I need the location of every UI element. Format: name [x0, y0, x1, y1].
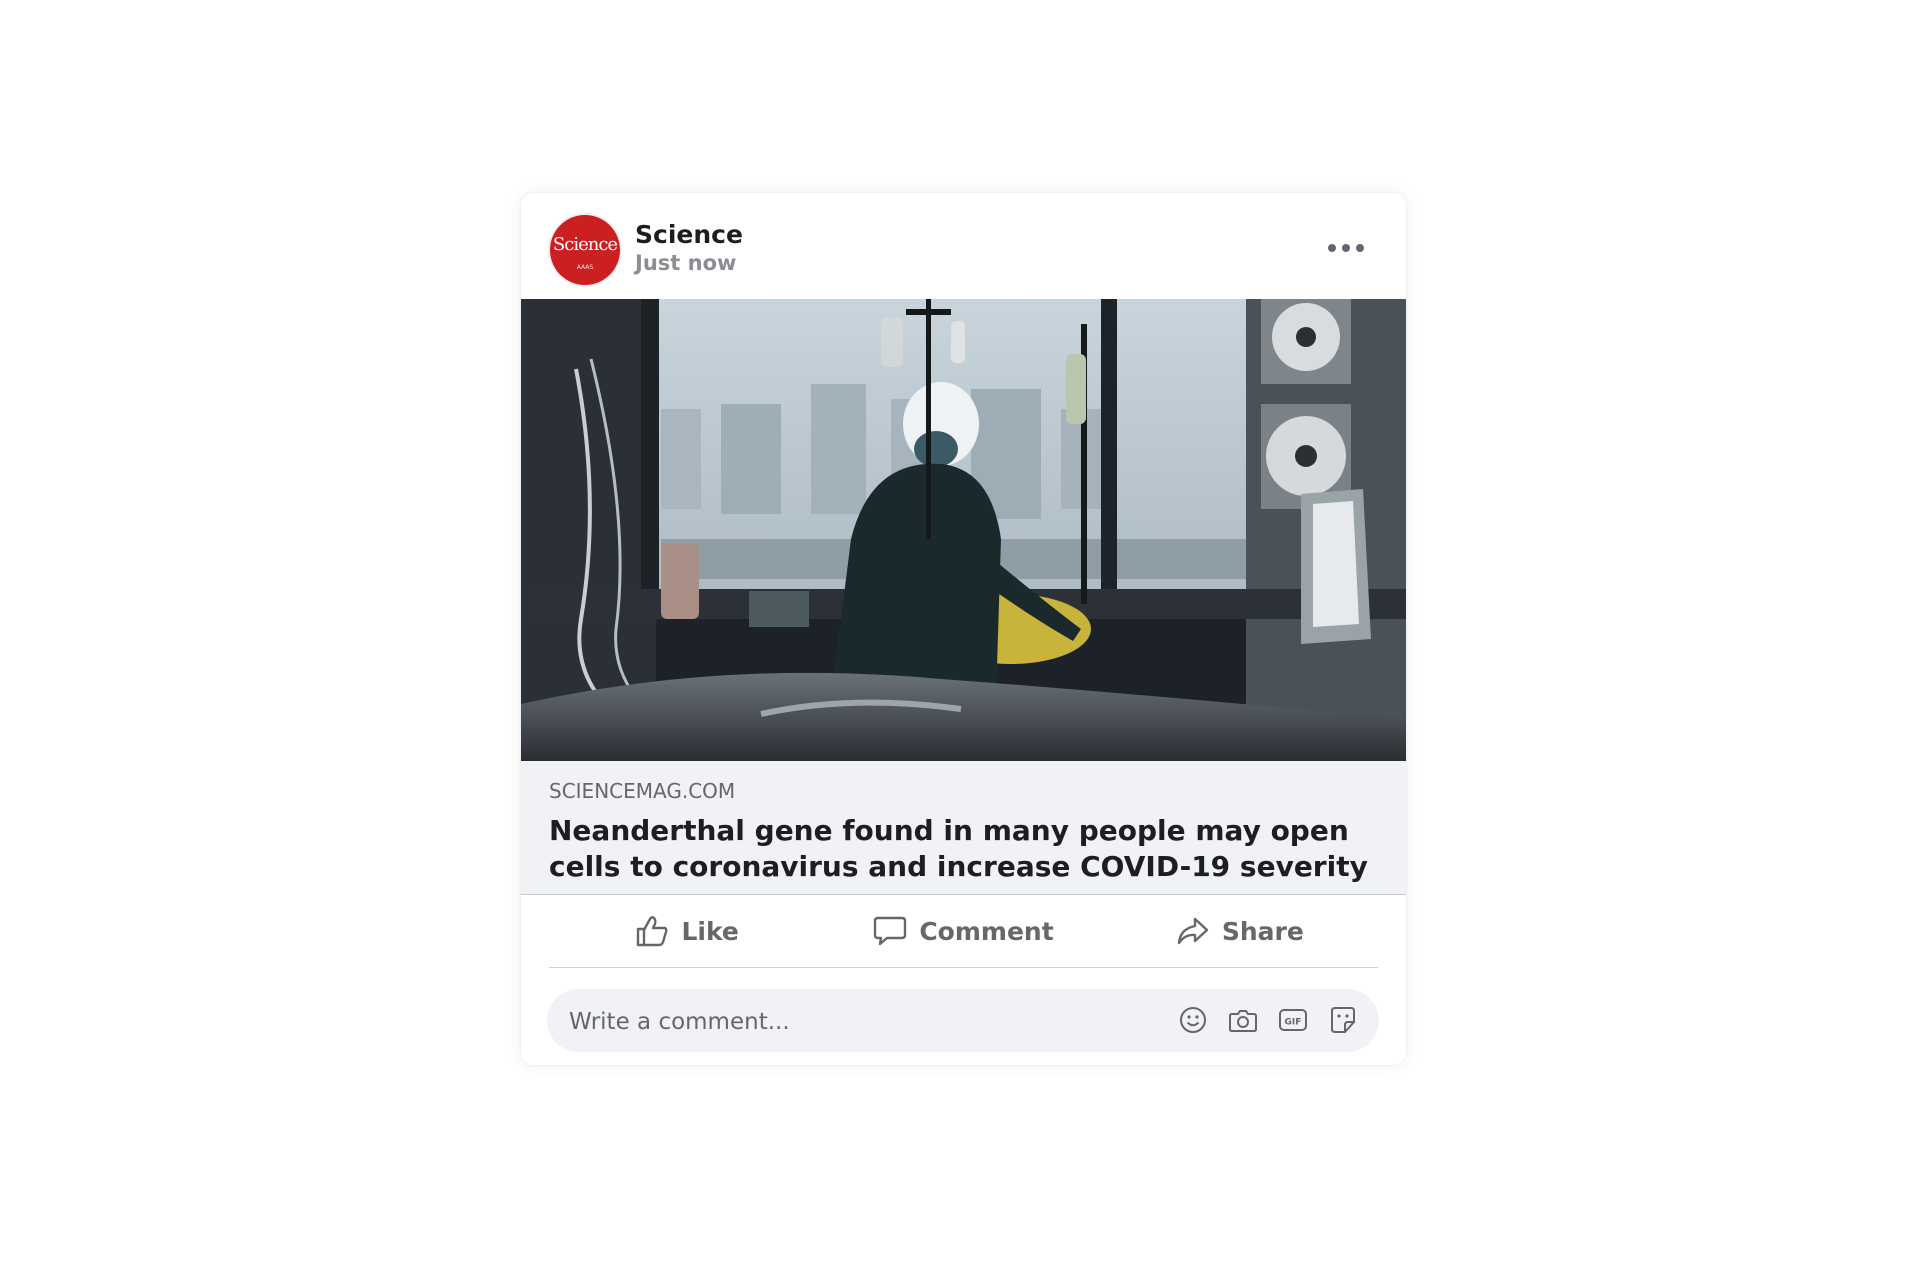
comment-input[interactable] [567, 989, 1151, 1054]
more-dot-icon [1342, 244, 1350, 252]
link-preview[interactable]: SCIENCEMAG.COM Neanderthal gene found in… [521, 761, 1406, 895]
page-name[interactable]: Science [635, 222, 743, 247]
more-dot-icon [1356, 244, 1364, 252]
share-button[interactable]: Share [1102, 895, 1378, 967]
gif-icon[interactable]: GIF [1277, 1004, 1309, 1036]
comment-label: Comment [919, 916, 1054, 946]
emoji-icon[interactable] [1177, 1004, 1209, 1036]
avatar-logo-subtext: AAAS [576, 264, 594, 271]
avatar-logo-text: Science [552, 234, 618, 255]
link-domain: SCIENCEMAG.COM [549, 779, 736, 803]
camera-icon[interactable] [1227, 1004, 1259, 1036]
share-arrow-icon [1177, 917, 1209, 945]
actions-bar: Like Comment Share [549, 895, 1378, 968]
comment-box: GIF [547, 989, 1379, 1054]
comment-button[interactable]: Comment [825, 895, 1101, 967]
comment-icons: GIF [1177, 1003, 1359, 1037]
sticker-icon[interactable] [1327, 1004, 1359, 1036]
post-header: Science AAAS Science Just now [521, 193, 1406, 299]
post-timestamp[interactable]: Just now [635, 253, 736, 274]
svg-text:GIF: GIF [1285, 1018, 1302, 1028]
comment-bubble-icon [874, 916, 907, 946]
more-dot-icon [1328, 244, 1336, 252]
like-label: Like [681, 916, 739, 946]
hospital-scene-image [521, 299, 1406, 761]
post-image[interactable] [521, 299, 1406, 761]
like-button[interactable]: Like [549, 895, 825, 967]
thumbs-up-icon [637, 916, 668, 947]
post-card: Science AAAS Science Just now SCIENCEMAG… [521, 193, 1406, 1065]
avatar[interactable]: Science AAAS [550, 215, 620, 285]
more-options-button[interactable] [1319, 231, 1373, 265]
link-title[interactable]: Neanderthal gene found in many people ma… [549, 813, 1379, 885]
share-label: Share [1221, 916, 1304, 946]
